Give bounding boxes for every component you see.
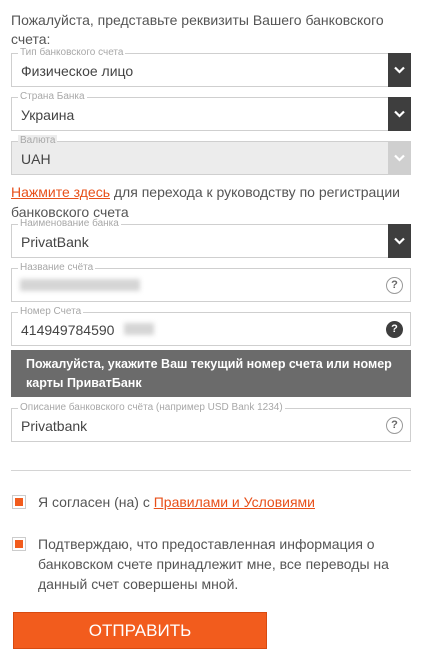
account-description-label: Описание банковского счёта (например USD…	[18, 402, 285, 414]
account-name-field[interactable]: Название счёта ?	[11, 262, 411, 302]
bank-country-label: Страна Банка	[18, 91, 87, 103]
bank-name-select[interactable]: Наименование банка PrivatBank	[11, 218, 411, 258]
form-intro-text: Пожалуйста, представьте реквизиты Вашего…	[11, 12, 384, 47]
account-description-field[interactable]: Описание банковского счёта (например USD…	[11, 402, 411, 442]
account-type-select[interactable]: Тип банковского счета Физическое лицо	[11, 47, 411, 87]
chevron-down-icon	[388, 141, 411, 175]
divider	[11, 470, 411, 471]
currency-value: UAH	[21, 151, 51, 167]
redacted-account-name	[20, 279, 140, 291]
help-icon[interactable]: ?	[386, 321, 403, 338]
bank-name-label: Наименование банка	[18, 218, 121, 230]
help-icon[interactable]: ?	[386, 417, 403, 434]
registration-guide-text: Нажмите здесь для перехода к руководству…	[11, 182, 413, 222]
account-type-label: Тип банковского счета	[18, 47, 126, 59]
currency-label: Валюта	[18, 135, 58, 147]
account-number-tooltip: Пожалуйста, укажите Ваш текущий номер сч…	[11, 350, 411, 397]
account-number-label: Номер Счета	[18, 306, 84, 318]
account-type-value: Физическое лицо	[21, 63, 134, 79]
help-icon[interactable]: ?	[386, 277, 403, 294]
account-number-value: 414949784590	[21, 322, 115, 338]
account-description-value: Privatbank	[21, 418, 88, 434]
guide-link[interactable]: Нажмите здесь	[11, 184, 110, 200]
chevron-down-icon[interactable]	[388, 224, 411, 258]
bank-country-select[interactable]: Страна Банка Украина	[11, 91, 411, 131]
terms-link[interactable]: Правилами и Условиями	[154, 494, 315, 510]
confirm-ownership-checkbox[interactable]	[12, 537, 26, 551]
account-name-label: Название счёта	[18, 262, 96, 274]
chevron-down-icon[interactable]	[388, 53, 411, 87]
agree-terms-checkbox[interactable]	[12, 495, 26, 509]
redacted-account-number	[124, 323, 154, 335]
checkbox-checked-mark	[15, 498, 23, 506]
checkbox-checked-mark	[15, 540, 23, 548]
bank-name-value: PrivatBank	[21, 234, 89, 250]
agree-terms-text: Я согласен (на) с Правилами и Условиями	[38, 492, 315, 512]
account-number-field[interactable]: Номер Счета 414949784590 ?	[11, 306, 411, 346]
confirm-ownership-text: Подтверждаю, что предоставленная информа…	[38, 536, 389, 592]
chevron-down-icon[interactable]	[388, 97, 411, 131]
currency-select: Валюта UAH	[11, 135, 411, 175]
agree-terms-prefix: Я согласен (на) с	[38, 494, 154, 510]
submit-button[interactable]: Отправить	[13, 612, 267, 649]
bank-country-value: Украина	[21, 107, 75, 123]
